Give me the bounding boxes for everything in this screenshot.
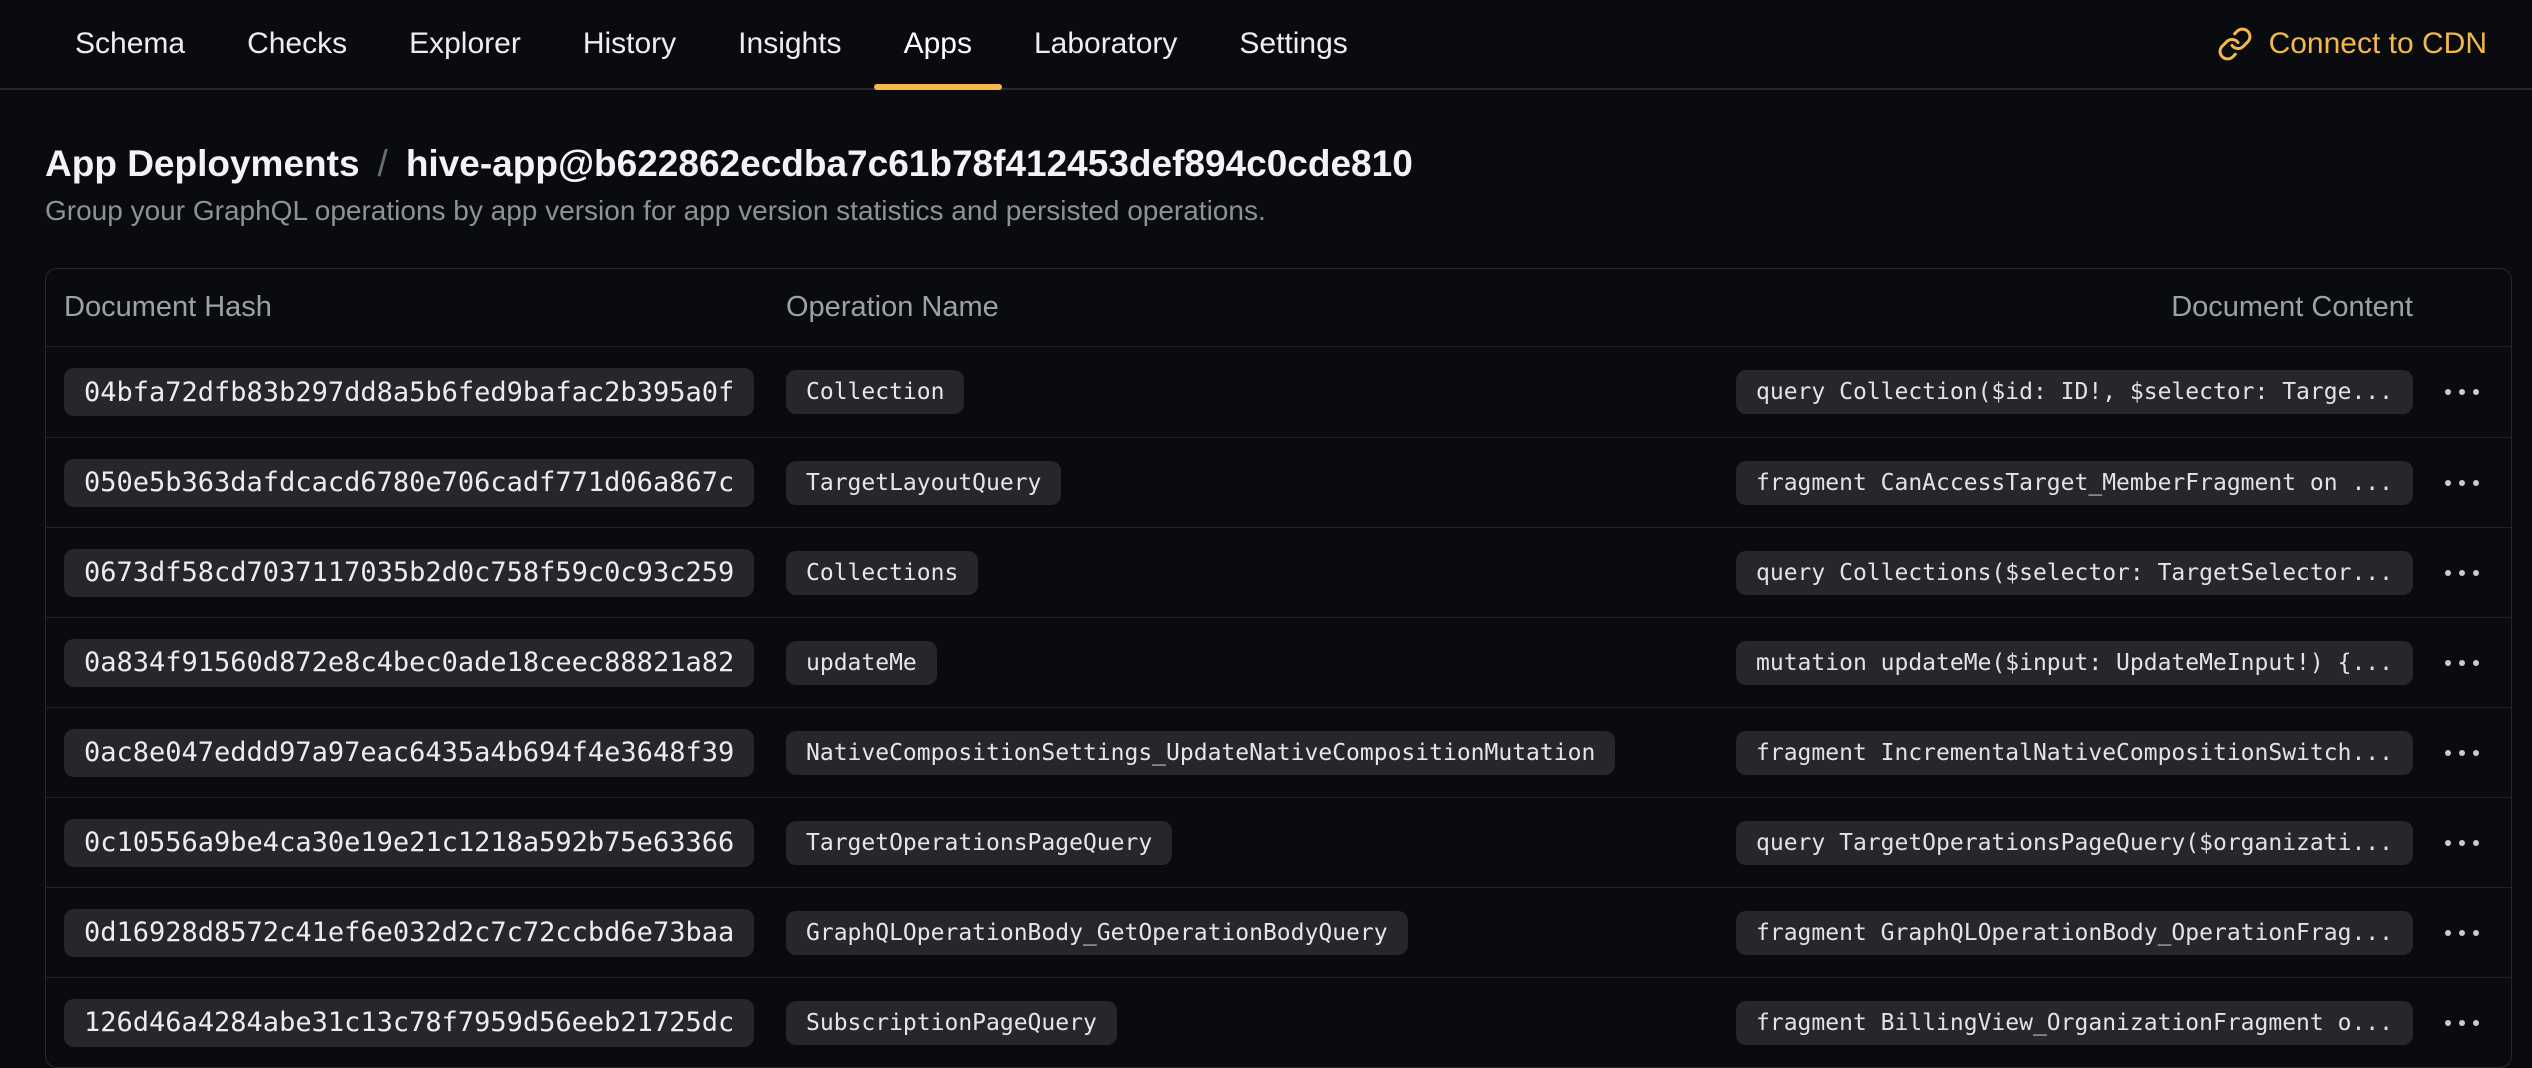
operation-name-badge: TargetLayoutQuery xyxy=(786,461,1061,505)
table-row: 126d46a4284abe31c13c78f7959d56eeb21725dc… xyxy=(46,977,2511,1067)
document-hash-badge: 0a834f91560d872e8c4bec0ade18ceec88821a82 xyxy=(64,639,754,687)
column-header-document-content: Document Content xyxy=(2171,291,2489,324)
page-subtitle: Group your GraphQL operations by app ver… xyxy=(45,194,2512,228)
ellipsis-icon xyxy=(2445,389,2451,395)
document-hash-badge: 0ac8e047eddd97a97eac6435a4b694f4e3648f39 xyxy=(64,729,754,777)
row-menu-button[interactable] xyxy=(2439,470,2485,496)
document-hash-badge: 126d46a4284abe31c13c78f7959d56eeb21725dc xyxy=(64,999,754,1047)
document-content-badge: query TargetOperationsPageQuery($organiz… xyxy=(1736,821,2413,865)
row-menu-button[interactable] xyxy=(2439,650,2485,676)
table-header-row: Document Hash Operation Name Document Co… xyxy=(46,269,2511,347)
ellipsis-icon xyxy=(2445,930,2451,936)
link-icon xyxy=(2217,26,2253,62)
primary-nav: Schema Checks Explorer History Insights … xyxy=(75,0,1410,88)
operation-name-badge: Collections xyxy=(786,551,978,595)
breadcrumb-app-version: hive-app@b622862ecdba7c61b78f412453def89… xyxy=(406,140,1413,188)
row-menu-button[interactable] xyxy=(2439,1010,2485,1036)
row-menu-button[interactable] xyxy=(2439,740,2485,766)
table-row: 0c10556a9be4ca30e19e21c1218a592b75e63366… xyxy=(46,797,2511,887)
nav-item-schema[interactable]: Schema xyxy=(75,0,185,88)
column-header-operation-name: Operation Name xyxy=(786,291,2171,324)
breadcrumb-separator: / xyxy=(378,140,388,188)
document-content-badge: mutation updateMe($input: UpdateMeInput!… xyxy=(1736,641,2413,685)
ellipsis-icon xyxy=(2445,480,2451,486)
document-content-badge: query Collections($selector: TargetSelec… xyxy=(1736,551,2413,595)
connect-to-cdn-label: Connect to CDN xyxy=(2269,27,2487,61)
document-hash-badge: 0c10556a9be4ca30e19e21c1218a592b75e63366 xyxy=(64,819,754,867)
table-row: 04bfa72dfb83b297dd8a5b6fed9bafac2b395a0f… xyxy=(46,347,2511,437)
nav-item-history[interactable]: History xyxy=(583,0,676,88)
nav-item-apps[interactable]: Apps xyxy=(904,0,972,88)
document-content-badge: fragment GraphQLOperationBody_OperationF… xyxy=(1736,911,2413,955)
row-menu-button[interactable] xyxy=(2439,830,2485,856)
table-row: 0673df58cd7037117035b2d0c758f59c0c93c259… xyxy=(46,527,2511,617)
operation-name-badge: SubscriptionPageQuery xyxy=(786,1001,1117,1045)
operation-name-badge: GraphQLOperationBody_GetOperationBodyQue… xyxy=(786,911,1408,955)
document-hash-badge: 0673df58cd7037117035b2d0c758f59c0c93c259 xyxy=(64,549,754,597)
table-row: 0a834f91560d872e8c4bec0ade18ceec88821a82… xyxy=(46,617,2511,707)
connect-to-cdn-link[interactable]: Connect to CDN xyxy=(2217,26,2487,62)
table-row: 0ac8e047eddd97a97eac6435a4b694f4e3648f39… xyxy=(46,707,2511,797)
document-content-badge: fragment CanAccessTarget_MemberFragment … xyxy=(1736,461,2413,505)
operation-name-badge: TargetOperationsPageQuery xyxy=(786,821,1172,865)
ellipsis-icon xyxy=(2445,840,2451,846)
nav-item-settings[interactable]: Settings xyxy=(1239,0,1347,88)
document-content-badge: query Collection($id: ID!, $selector: Ta… xyxy=(1736,370,2413,414)
nav-item-insights[interactable]: Insights xyxy=(738,0,841,88)
ellipsis-icon xyxy=(2445,660,2451,666)
row-menu-button[interactable] xyxy=(2439,560,2485,586)
row-menu-button[interactable] xyxy=(2439,920,2485,946)
operation-name-badge: NativeCompositionSettings_UpdateNativeCo… xyxy=(786,731,1615,775)
ellipsis-icon xyxy=(2445,570,2451,576)
breadcrumb-section[interactable]: App Deployments xyxy=(45,140,360,188)
main-content: App Deployments / hive-app@b622862ecdba7… xyxy=(0,90,2532,1068)
nav-item-checks[interactable]: Checks xyxy=(247,0,347,88)
app-deployments-table: Document Hash Operation Name Document Co… xyxy=(45,268,2512,1068)
ellipsis-icon xyxy=(2445,750,2451,756)
table-row: 050e5b363dafdcacd6780e706cadf771d06a867c… xyxy=(46,437,2511,527)
nav-item-laboratory[interactable]: Laboratory xyxy=(1034,0,1177,88)
operation-name-badge: Collection xyxy=(786,370,964,414)
nav-item-explorer[interactable]: Explorer xyxy=(409,0,521,88)
document-content-badge: fragment IncrementalNativeCompositionSwi… xyxy=(1736,731,2413,775)
document-hash-badge: 050e5b363dafdcacd6780e706cadf771d06a867c xyxy=(64,459,754,507)
top-nav: Schema Checks Explorer History Insights … xyxy=(0,0,2532,90)
document-hash-badge: 0d16928d8572c41ef6e032d2c7c72ccbd6e73baa xyxy=(64,909,754,957)
operation-name-badge: updateMe xyxy=(786,641,937,685)
ellipsis-icon xyxy=(2445,1020,2451,1026)
table-row: 0d16928d8572c41ef6e032d2c7c72ccbd6e73baa… xyxy=(46,887,2511,977)
document-content-badge: fragment BillingView_OrganizationFragmen… xyxy=(1736,1001,2413,1045)
page-title: App Deployments / hive-app@b622862ecdba7… xyxy=(45,140,2512,188)
column-header-document-hash: Document Hash xyxy=(64,291,786,324)
row-menu-button[interactable] xyxy=(2439,379,2485,405)
document-hash-badge: 04bfa72dfb83b297dd8a5b6fed9bafac2b395a0f xyxy=(64,368,754,416)
